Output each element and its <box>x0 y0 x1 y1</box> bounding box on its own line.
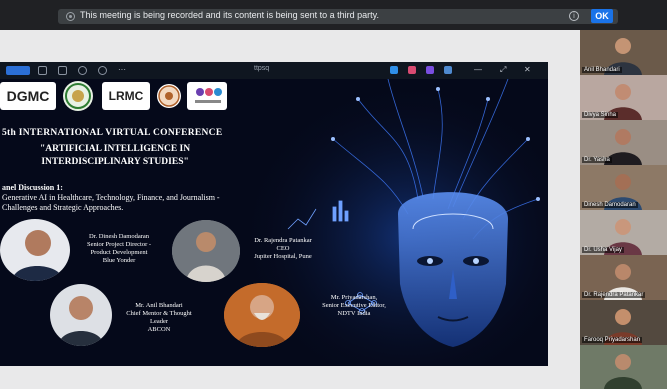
restore-icon[interactable]: ⤢ <box>500 65 506 75</box>
speaker-company: Jupiter Hospital, Pune <box>254 253 312 260</box>
participant-name: Divya Sinha <box>582 112 619 118</box>
toolbar-app-icon-2[interactable] <box>408 66 416 74</box>
toolbar-app-icon-4[interactable] <box>444 66 452 74</box>
conference-theme-line-1: "ARTIFICIAL INTELLIGENCE IN <box>40 144 191 154</box>
speaker-photo-priyadarshan <box>224 283 300 347</box>
ok-button[interactable]: OK <box>591 9 613 23</box>
participant-name: Dr. Rajendra Patankar <box>582 292 646 298</box>
institute-seal-logo <box>157 84 181 108</box>
college-seal-logo <box>63 81 93 111</box>
panel-title-line-3: Challenges and Strategic Approaches. <box>2 203 124 212</box>
speaker-card-rajendra: Dr. Rajendra Patankar CEO Jupiter Hospit… <box>244 237 322 261</box>
speaker-company: NDTV India <box>337 310 371 317</box>
lrmc-logo: LRMC <box>102 82 150 110</box>
conference-theme-line-2: INTERDISCIPLINARY STUDIES" <box>41 157 189 167</box>
panel-discussion: anel Discussion 1: Generative AI in Heal… <box>2 183 220 213</box>
toolbar-app-icon[interactable] <box>390 66 398 74</box>
speaker-card-dinesh: Dr. Dinesh Damodaran Senior Project Dire… <box>73 233 165 265</box>
speaker-name: Dr. Dinesh Damodaran <box>88 233 150 240</box>
speaker-company: Blue Yonder <box>102 257 136 264</box>
speaker-name: Mr. Anil Bhandari <box>135 302 183 309</box>
speaker-name: Dr. Rajendra Patankar <box>254 237 312 244</box>
shared-screen: ··· ttpsq — ⤢ ✕ DGMC LRMC 5th INTERNATIO… <box>0 62 548 366</box>
speaker-card-anil: Mr. Anil Bhandari Chief Mentor & Thought… <box>112 302 206 334</box>
participant-tile[interactable]: Dr. Rajendra Patankar <box>580 255 667 300</box>
info-icon[interactable]: i <box>569 11 579 21</box>
speaker-role: CEO <box>276 245 290 252</box>
minimize-icon[interactable]: — <box>474 65 482 74</box>
speaker-role: Product Development <box>90 249 148 256</box>
participant-tile[interactable]: Dr. Usha Vijay <box>580 210 667 255</box>
close-icon[interactable]: ✕ <box>524 65 531 74</box>
participant-tile[interactable]: Divya Sinha <box>580 75 667 120</box>
speaker-role: Chief Mentor & Thought <box>126 310 192 317</box>
toolbar-document-icon[interactable] <box>58 66 67 75</box>
recording-message: This meeting is being recorded and its c… <box>80 10 379 20</box>
participant-name: Dr. Yasha <box>582 157 612 163</box>
participant-tile[interactable]: Dr. Yasha <box>580 120 667 165</box>
toolbar-settings-icon[interactable] <box>78 66 87 75</box>
more-options-icon[interactable]: ··· <box>118 65 126 74</box>
participant-tile[interactable]: Farooq Priyadarshan <box>580 300 667 345</box>
participant-name: Anil Bhandari <box>582 67 622 73</box>
speaker-role: Senior Executive Editor, <box>322 302 386 309</box>
conference-theme: "ARTIFICIAL INTELLIGENCE IN INTERDISCIPL… <box>40 143 190 169</box>
sponsor-logos: DGMC LRMC <box>0 79 230 115</box>
participant-tile[interactable]: Anil Bhandari <box>580 30 667 75</box>
participant-gallery: Anil Bhandari Divya Sinha Dr. Yasha Dine… <box>580 30 667 389</box>
speaker-role: Senior Project Director - <box>86 241 152 248</box>
organization-logo <box>187 82 227 110</box>
recording-notice-bar: This meeting is being recorded and its c… <box>0 0 667 30</box>
participant-tile[interactable]: Dinesh Damodaran <box>580 165 667 210</box>
participant-tile[interactable] <box>580 345 667 389</box>
panel-title-line-2: Generative AI in Healthcare, Technology,… <box>2 193 220 202</box>
presenter-toolbar: ··· ttpsq — ⤢ ✕ <box>0 62 548 79</box>
participant-name: Dinesh Damodaran <box>582 202 638 208</box>
toolbar-globe-icon[interactable] <box>98 66 107 75</box>
conference-title: 5th INTERNATIONAL VIRTUAL CONFERENCE <box>2 128 223 138</box>
presenter-view-button[interactable] <box>6 66 30 75</box>
speaker-role: Leader <box>149 318 169 325</box>
speaker-photo-anil <box>50 284 112 346</box>
speaker-company: ABCON <box>147 326 171 333</box>
speaker-photo-dinesh <box>0 219 70 281</box>
toolbar-app-icon-3[interactable] <box>426 66 434 74</box>
participant-name: Dr. Usha Vijay <box>582 247 624 253</box>
speaker-photo-rajendra <box>172 220 240 282</box>
participant-name: Farooq Priyadarshan <box>582 337 643 343</box>
window-title: ttpsq <box>254 65 270 72</box>
panel-title-line-1: anel Discussion 1: <box>2 183 63 192</box>
speaker-card-priyadarshan: Mr. Priyadarshan, Senior Executive Edito… <box>302 294 406 318</box>
speaker-name: Mr. Priyadarshan, <box>330 294 378 301</box>
dgmc-logo: DGMC <box>0 82 56 110</box>
recording-notice: This meeting is being recorded and its c… <box>58 9 618 24</box>
toolbar-copy-icon[interactable] <box>38 66 47 75</box>
recording-icon <box>66 12 75 21</box>
